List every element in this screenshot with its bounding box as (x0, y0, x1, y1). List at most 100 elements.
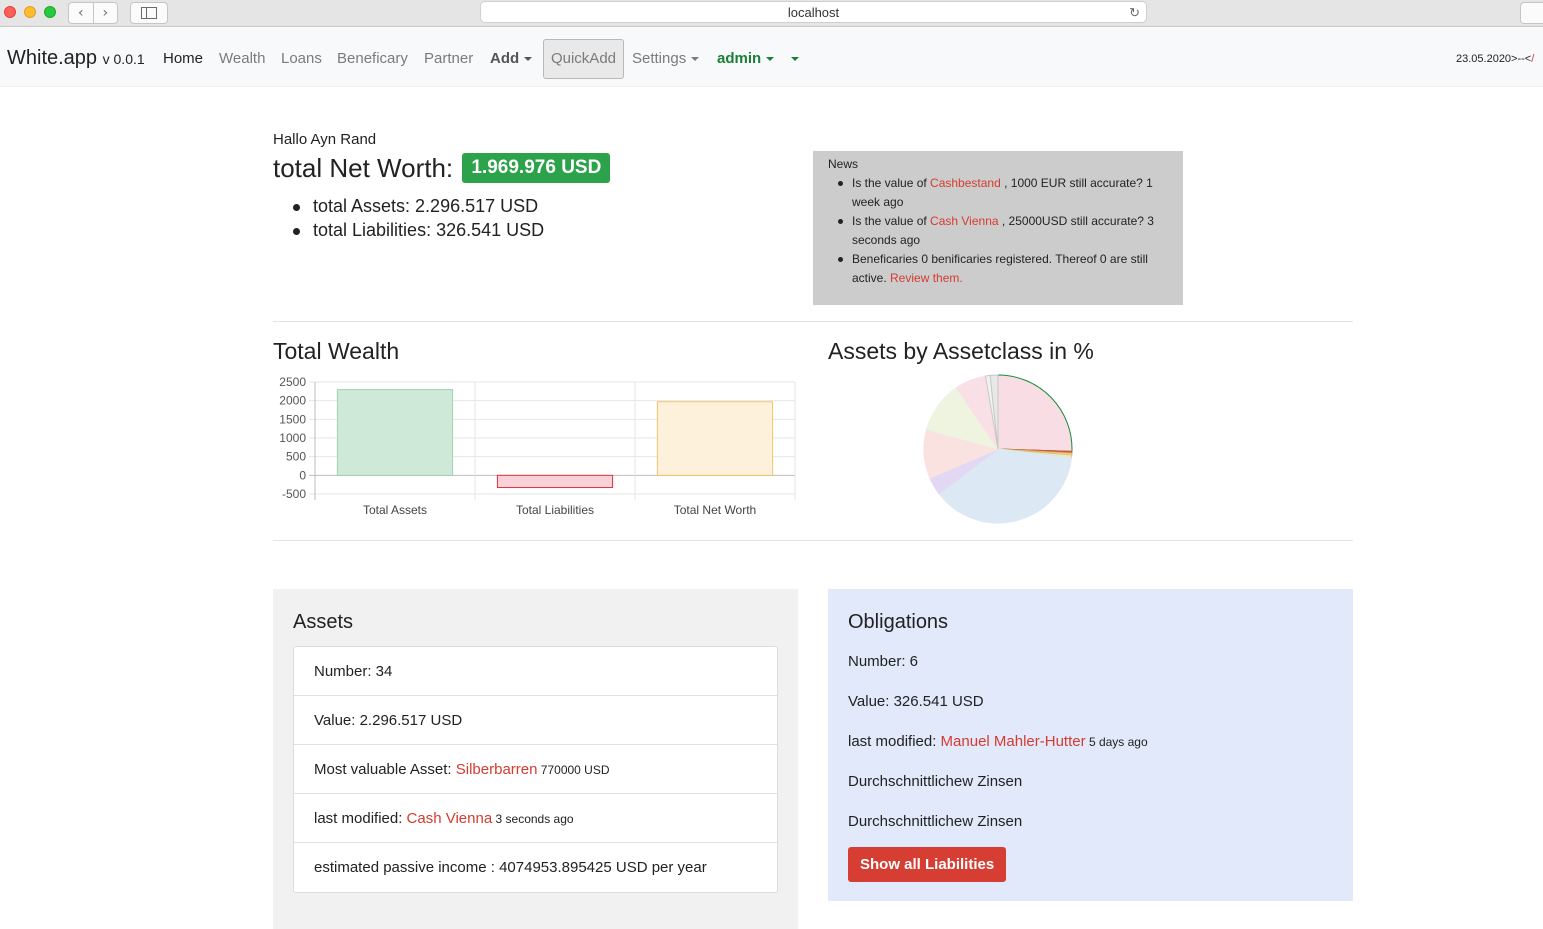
greeting: Hallo Ayn Rand (273, 131, 377, 148)
minimize-window-button[interactable] (24, 6, 36, 18)
y-tick-label: 0 (299, 468, 306, 482)
wealth-bar-chart: -500 0 500 1000 1500 2000 2500 Total Assets Tota… (279, 375, 796, 517)
bar (496, 474, 614, 489)
nav-settings-label: Settings (632, 50, 687, 67)
nav-wealth[interactable]: Wealth (219, 50, 265, 67)
assets-card: Assets Number: 34 Value: 2.296.517 USD M… (273, 589, 798, 929)
date-text: 23.05.2020>--< (1456, 53, 1532, 65)
total-assets: total Assets: 2.296.517 USD (293, 194, 544, 218)
brand[interactable]: White.app v 0.0.1 (7, 47, 145, 70)
date-text-red: / (1531, 53, 1535, 65)
networth-label: total Net Worth: (273, 153, 454, 183)
obligations-value: Value: 326.541 USD (848, 693, 984, 710)
browser-toolbar: ‹ › localhost ↻ (0, 0, 1543, 27)
news-title: News (828, 157, 859, 171)
sidebar-icon (141, 7, 157, 19)
zoom-window-button[interactable] (44, 6, 56, 18)
nav-user-label: admin (717, 50, 762, 67)
reload-icon[interactable]: ↻ (1129, 2, 1140, 23)
y-tick-label: 1500 (279, 412, 306, 426)
chevron-down-icon (524, 57, 533, 62)
networth-badge: 1.969.976 USD (462, 153, 611, 183)
y-tick-label: 2000 (279, 394, 306, 408)
back-icon[interactable]: ‹ (69, 3, 94, 23)
y-tick-label: -500 (282, 487, 306, 501)
last-modified-time: 3 seconds ago (492, 812, 574, 826)
news-text: Is the value of (852, 176, 931, 190)
y-tick-label: 2500 (279, 375, 306, 389)
nav-beneficary[interactable]: Beneficary (337, 50, 408, 67)
brand-name: White.app (7, 47, 98, 69)
most-valuable-asset: Most valuable Asset: Silberbarren 770000… (294, 745, 777, 794)
last-modified-liability-link[interactable]: Manuel Mahler-Hutter (941, 733, 1086, 750)
app-navbar: White.app v 0.0.1 Home Wealth Loans Bene… (0, 28, 1543, 87)
show-all-liabilities-button[interactable]: Show all Liabilities (848, 847, 1007, 882)
most-valuable-value: 770000 USD (537, 763, 610, 777)
assets-last-modified: last modified: Cash Vienna 3 seconds ago (294, 794, 777, 843)
average-interest: Durchschnittlichew Zinsen (848, 813, 1023, 830)
date-display: 23.05.2020>--</ (1456, 53, 1534, 65)
news-link-cash-vienna[interactable]: Cash Vienna (930, 214, 999, 228)
obligations-title: Obligations (848, 611, 949, 633)
y-tick-label: 1000 (279, 431, 306, 445)
chevron-down-icon (691, 57, 700, 62)
list-label: last modified: (848, 733, 941, 750)
last-modified-time: 5 days ago (1085, 735, 1148, 749)
most-valuable-link[interactable]: Silberbarren (456, 761, 538, 778)
nav-home[interactable]: Home (163, 50, 203, 67)
nav-extra-dropdown[interactable] (786, 50, 799, 67)
nav-partner[interactable]: Partner (424, 50, 473, 67)
assetclass-pie-chart (923, 374, 1073, 524)
url-text: localhost (787, 5, 840, 20)
nav-loans[interactable]: Loans (281, 50, 322, 67)
assets-value: Value: 2.296.517 USD (294, 696, 777, 745)
wealth-chart-title: Total Wealth (273, 338, 400, 364)
news-panel: News Is the value of Cashbestand , 1000 … (813, 151, 1183, 305)
news-item: Beneficaries 0 benificaries registered. … (838, 250, 1168, 288)
close-window-button[interactable] (4, 6, 16, 18)
assets-number: Number: 34 (294, 647, 777, 696)
chevron-down-icon (766, 57, 775, 62)
networth-heading: total Net Worth: 1.969.976 USD (273, 153, 611, 184)
obligations-number: Number: 6 (848, 653, 919, 670)
assets-title: Assets (293, 611, 354, 633)
nav-settings-dropdown[interactable]: Settings (632, 50, 700, 67)
x-tick-label: Total Liabilities (516, 503, 594, 517)
news-link-review[interactable]: Review them. (890, 271, 963, 285)
pie-slice (997, 374, 1073, 452)
forward-icon[interactable]: › (94, 3, 118, 23)
share-button[interactable] (1520, 2, 1543, 24)
pie-chart-title: Assets by Assetclass in % (828, 338, 1094, 364)
news-link-cashbestand[interactable]: Cashbestand (930, 176, 1001, 190)
obligations-card: Obligations Number: 6 Value: 326.541 USD… (828, 589, 1353, 901)
x-tick-label: Total Assets (363, 503, 427, 517)
news-item: Is the value of Cash Vienna , 25000USD s… (838, 212, 1168, 250)
y-tick-label: 500 (286, 450, 306, 464)
list-label: last modified: (314, 810, 407, 827)
nav-user-dropdown[interactable]: admin (717, 50, 775, 67)
chevron-down-icon (791, 57, 799, 62)
total-liabilities: total Liabilities: 326.541 USD (293, 218, 544, 242)
divider (273, 321, 1353, 322)
list-label: Most valuable Asset: (314, 761, 456, 778)
x-tick-label: Total Net Worth (674, 503, 756, 517)
history-buttons: ‹ › (68, 2, 118, 24)
nav-add-dropdown[interactable]: Add (490, 50, 533, 67)
news-list: Is the value of Cashbestand , 1000 EUR s… (828, 174, 1168, 288)
last-modified-asset-link[interactable]: Cash Vienna (407, 810, 493, 827)
nav-add-label: Add (490, 50, 520, 67)
address-bar[interactable]: localhost ↻ (480, 1, 1147, 23)
divider (273, 540, 1353, 541)
sidebar-toggle-button[interactable] (130, 2, 168, 24)
quickadd-button[interactable]: QuickAdd (543, 39, 624, 79)
summary-list: total Assets: 2.296.517 USD total Liabil… (293, 194, 544, 242)
brand-version: v 0.0.1 (102, 51, 145, 67)
bar (656, 401, 774, 476)
news-text: Is the value of (852, 214, 931, 228)
assets-list: Number: 34 Value: 2.296.517 USD Most val… (293, 646, 778, 893)
bar (336, 389, 454, 476)
obligations-last-modified: last modified: Manuel Mahler-Hutter 5 da… (848, 726, 1333, 766)
average-interest: Durchschnittlichew Zinsen (848, 773, 1023, 790)
news-item: Is the value of Cashbestand , 1000 EUR s… (838, 174, 1168, 212)
passive-income: estimated passive income : 4074953.89542… (314, 859, 707, 876)
